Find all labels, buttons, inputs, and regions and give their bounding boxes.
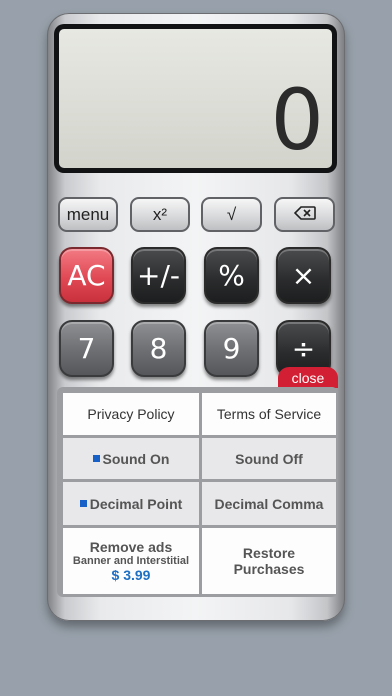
all-clear-label: AC	[67, 259, 106, 292]
privacy-policy-label: Privacy Policy	[87, 406, 175, 422]
decimal-point-row: Decimal Point	[79, 495, 183, 512]
selected-indicator-icon	[92, 455, 100, 463]
remove-ads-price: $ 3.99	[111, 567, 151, 583]
digit-8-button[interactable]: 8	[131, 320, 186, 377]
selected-indicator-icon	[79, 500, 87, 508]
digit-9-label: 9	[222, 332, 241, 365]
menu-button-label: menu	[66, 204, 110, 224]
digit-7-label: 7	[77, 332, 96, 365]
terms-of-service-label: Terms of Service	[216, 406, 322, 422]
sound-off-option[interactable]: Sound Off	[202, 438, 336, 479]
backspace-icon	[293, 205, 316, 225]
decimal-comma-option[interactable]: Decimal Comma	[202, 482, 336, 525]
plus-minus-button[interactable]: +/-	[131, 247, 186, 304]
remove-ads-button[interactable]: Remove ads Banner and Interstitial $ 3.9…	[63, 528, 199, 594]
sqrt-button-label: √	[226, 204, 237, 224]
sound-on-option[interactable]: Sound On	[63, 438, 199, 479]
plus-minus-label: +/-	[137, 259, 180, 292]
sound-on-row: Sound On	[92, 450, 170, 467]
display-screen: 0	[59, 29, 332, 168]
percent-label: %	[218, 259, 245, 292]
multiply-button[interactable]: ×	[276, 247, 331, 304]
settings-grid: Privacy Policy Terms of Service Sound On…	[63, 393, 336, 594]
terms-of-service-link[interactable]: Terms of Service	[202, 393, 336, 435]
multiply-label: ×	[291, 259, 316, 292]
digit-9-button[interactable]: 9	[204, 320, 259, 377]
settings-menu: Privacy Policy Terms of Service Sound On…	[57, 387, 338, 597]
square-button-label: x²	[152, 204, 168, 224]
restore-line-2: Purchases	[233, 561, 305, 577]
decimal-point-label: Decimal Point	[89, 495, 183, 512]
backspace-button[interactable]	[274, 197, 335, 232]
display-value: 0	[270, 71, 324, 169]
sqrt-button[interactable]: √	[201, 197, 262, 232]
divide-label: ÷	[291, 332, 316, 365]
privacy-policy-link[interactable]: Privacy Policy	[63, 393, 199, 435]
remove-ads-title: Remove ads	[89, 539, 173, 555]
sound-off-label: Sound Off	[235, 450, 303, 467]
digit-7-button[interactable]: 7	[59, 320, 114, 377]
restore-line-1: Restore	[242, 545, 296, 561]
all-clear-button[interactable]: AC	[59, 247, 114, 304]
close-menu-label: close	[291, 369, 325, 386]
decimal-comma-label: Decimal Comma	[214, 495, 324, 512]
menu-button[interactable]: menu	[58, 197, 118, 232]
remove-ads-subtitle: Banner and Interstitial	[72, 555, 190, 567]
square-button[interactable]: x²	[130, 197, 190, 232]
restore-purchases-button[interactable]: Restore Purchases	[202, 528, 336, 594]
percent-button[interactable]: %	[204, 247, 259, 304]
digit-8-label: 8	[149, 332, 168, 365]
close-menu-button[interactable]: close	[278, 367, 338, 388]
sound-on-label: Sound On	[102, 450, 170, 467]
decimal-point-option[interactable]: Decimal Point	[63, 482, 199, 525]
display-frame: 0	[54, 24, 337, 173]
